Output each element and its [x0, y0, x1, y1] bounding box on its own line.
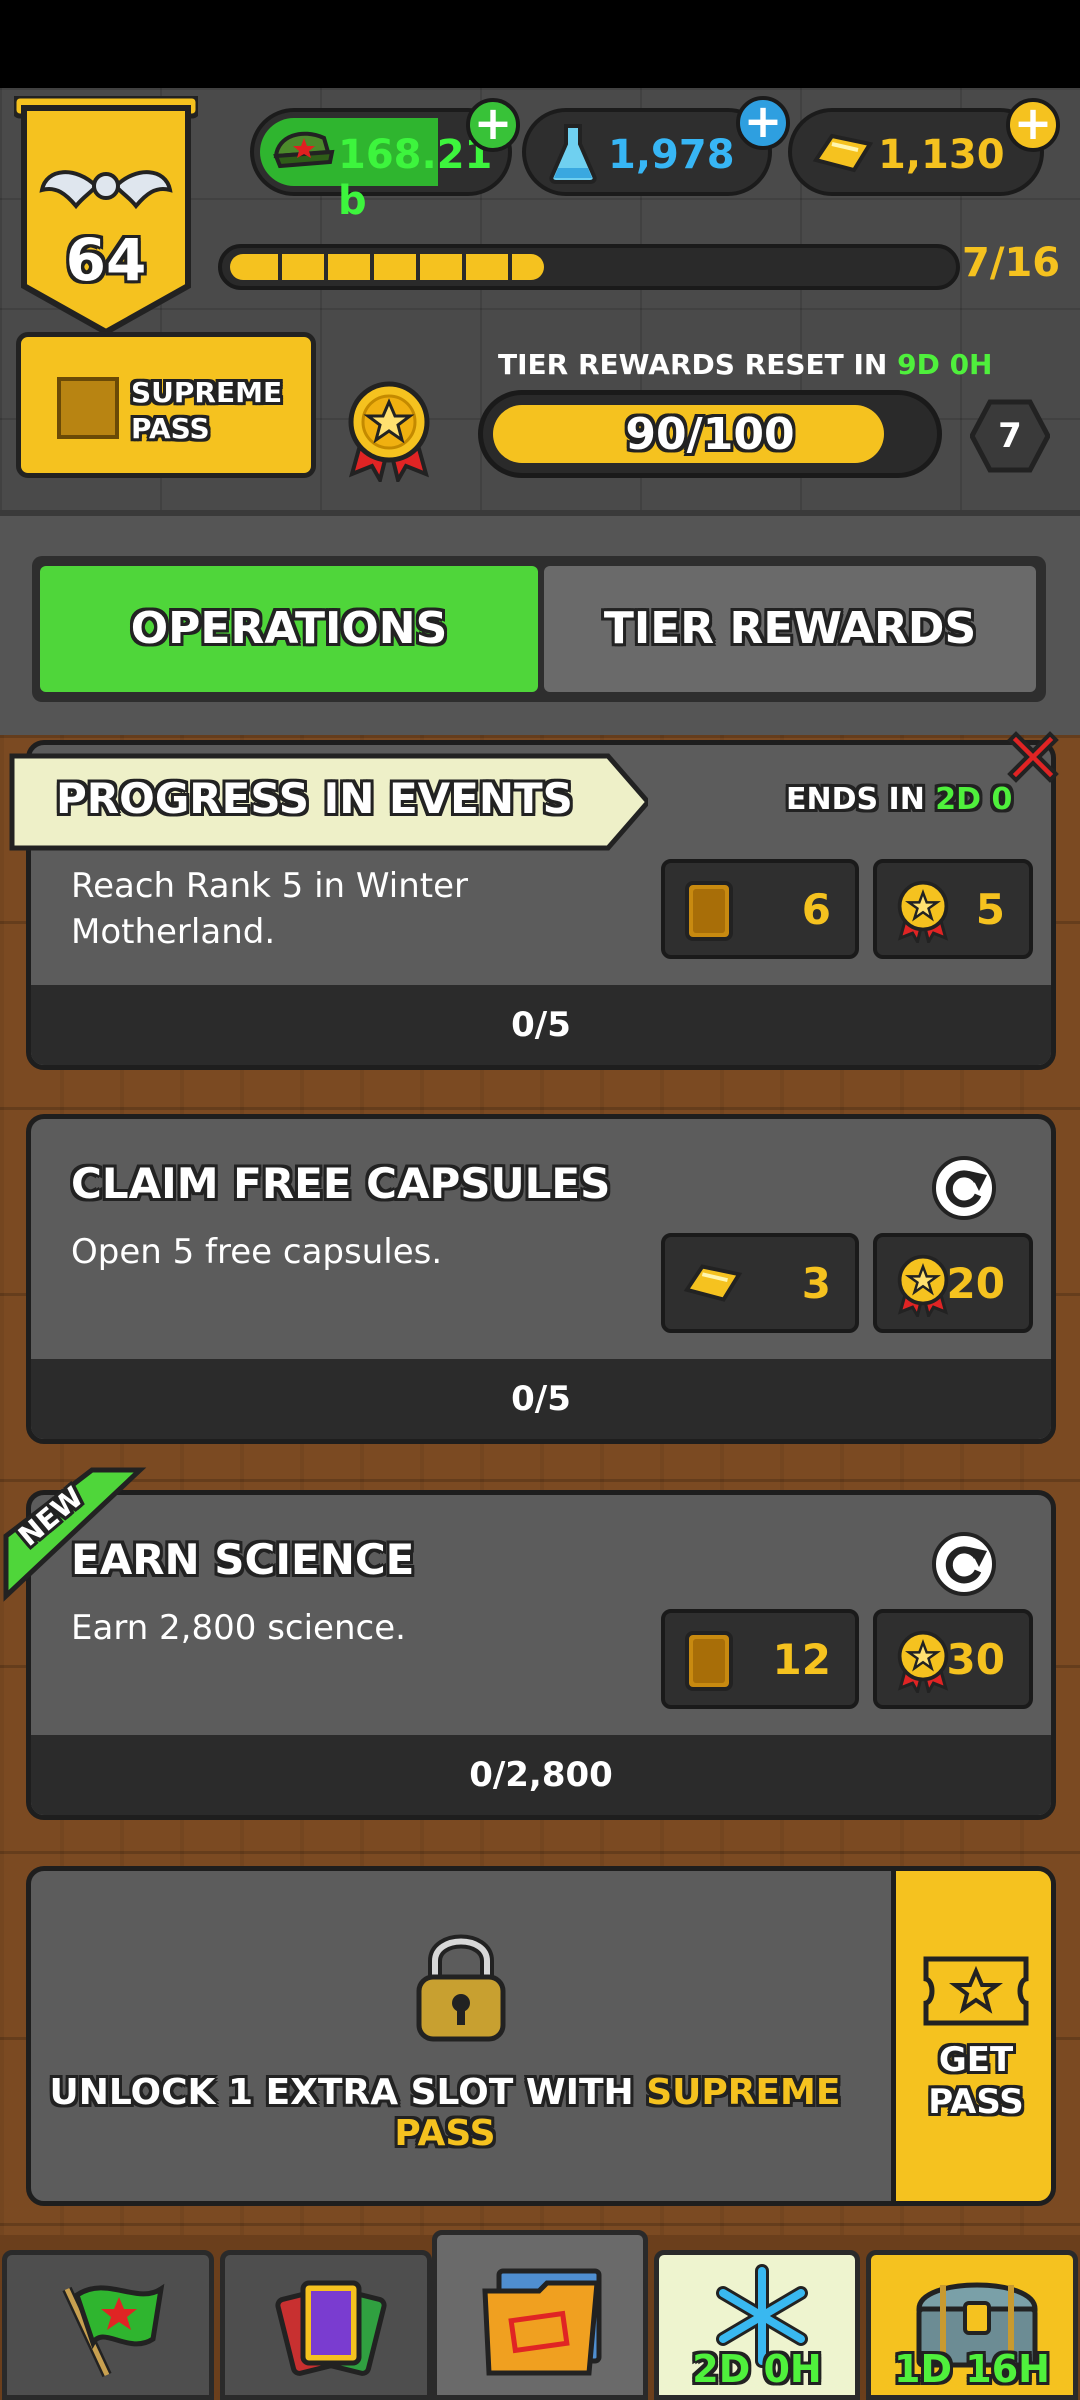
card-reward-icon	[685, 881, 733, 941]
reward-cards-value: 6	[801, 885, 831, 934]
tab-tier-rewards[interactable]: TIER REWARDS	[544, 566, 1036, 692]
tier-reset-label: TIER REWARDS RESET IN 9D 0H	[498, 348, 992, 381]
reward-cards: 12	[661, 1609, 859, 1709]
rank-number: 64	[65, 226, 147, 294]
gold-bar-icon	[683, 1264, 743, 1302]
tab-bar: OPERATIONS TIER REWARDS	[32, 556, 1046, 702]
locked-task-slot: GET PASS	[26, 1866, 1056, 2206]
medal-reward-icon	[897, 1254, 949, 1317]
medal-reward-icon	[897, 880, 949, 943]
get-pass-button[interactable]: GET PASS	[891, 1871, 1051, 2201]
nav-cards[interactable]	[220, 2250, 432, 2400]
tier-progress-bar: 90/100	[478, 390, 942, 478]
tier-progress-text: 90/100	[625, 409, 795, 460]
task-description: Open 5 free capsules.	[71, 1232, 443, 1272]
supreme-pass-button[interactable]: SUPREME PASS	[16, 332, 316, 478]
rank-banner-icon	[14, 96, 198, 336]
chest-timer: 1D 16H	[894, 2347, 1050, 2391]
supreme-pass-checkbox-icon	[57, 377, 119, 439]
tab-operations[interactable]: OPERATIONS	[40, 566, 538, 692]
close-icon[interactable]	[1000, 724, 1066, 790]
task-description: Reach Rank 5 in Winter Motherland.	[71, 863, 468, 955]
padlock-icon	[416, 1934, 506, 2042]
bottom-nav: 2D 0H 1D 16H	[0, 2226, 1080, 2400]
flag-icon	[62, 2283, 165, 2378]
science-counter[interactable]: 1,978	[522, 108, 772, 196]
reward-medals: 30	[873, 1609, 1033, 1709]
reward-medals: 20	[873, 1233, 1033, 1333]
winter-event-timer: 2D 0H	[692, 2347, 822, 2391]
reward-medals: 5	[873, 859, 1033, 959]
gold-bar-icon	[812, 133, 874, 173]
tabs-panel: OPERATIONS TIER REWARDS	[0, 510, 1080, 760]
task-progress: 0/5	[31, 985, 1051, 1065]
tier-reset-time: 9D 0H	[897, 348, 993, 381]
nav-winter-event[interactable]: 2D 0H	[654, 2250, 860, 2400]
add-science-button[interactable]: +	[736, 96, 790, 150]
refresh-icon[interactable]	[931, 1531, 997, 1597]
task-description: Earn 2,800 science.	[71, 1608, 406, 1648]
reward-medals-value: 20	[946, 1259, 1005, 1308]
task-progress: 0/2,800	[31, 1735, 1051, 1815]
add-gold-button[interactable]: +	[1006, 98, 1060, 152]
rank-badge[interactable]: 64	[14, 96, 198, 336]
card-reward-icon	[685, 1631, 733, 1691]
cards-icon	[275, 2280, 387, 2376]
reward-gold: 3	[661, 1233, 859, 1333]
tier-level-number: 7	[998, 416, 1022, 456]
medal-reward-icon	[897, 1630, 949, 1693]
task-title-progress-in-events: PROGRESS IN EVENTS	[56, 774, 573, 823]
unlock-slot-prefix: UNLOCK 1 EXTRA SLOT WITH	[49, 2072, 634, 2113]
xp-progress-bar	[218, 244, 960, 290]
add-money-button[interactable]: +	[466, 98, 520, 152]
xp-progress-text: 7/16	[962, 240, 1061, 286]
unlock-slot-text: UNLOCK 1 EXTRA SLOT WITH SUPREME PASS	[0, 2072, 890, 2154]
folder-icon	[482, 2268, 602, 2376]
task-card-claim-free-capsules: CLAIM FREE CAPSULES Open 5 free capsules…	[26, 1114, 1056, 1444]
task-card-earn-science: EARN SCIENCE Earn 2,800 science. 12 30 0…	[26, 1490, 1056, 1820]
flask-icon	[549, 124, 597, 184]
reward-cards-value: 12	[772, 1635, 831, 1684]
reward-medals-value: 30	[946, 1635, 1005, 1684]
science-value: 1,978	[608, 132, 735, 178]
army-cap-icon	[273, 131, 335, 169]
refresh-icon[interactable]	[931, 1155, 997, 1221]
gold-value: 1,130	[878, 132, 1005, 178]
reward-medals-value: 5	[975, 885, 1005, 934]
get-pass-line2: PASS	[928, 2082, 1024, 2122]
tier-level-badge: 7	[970, 396, 1050, 476]
medal-icon	[348, 381, 430, 482]
ticket-star-icon	[923, 1956, 1029, 2026]
supreme-pass-label: SUPREME PASS	[131, 376, 283, 445]
get-pass-label: GET PASS	[896, 2039, 1051, 2123]
task-progress: 0/5	[31, 1359, 1051, 1439]
get-pass-line1: GET	[938, 2040, 1014, 2080]
task-title: CLAIM FREE CAPSULES	[71, 1159, 611, 1208]
nav-campaign[interactable]	[2, 2250, 214, 2400]
reward-gold-value: 3	[801, 1259, 831, 1308]
nav-chest[interactable]: 1D 16H	[866, 2250, 1078, 2400]
reward-cards: 6	[661, 859, 859, 959]
status-bar	[0, 0, 1080, 88]
event-ends-label: ENDS IN 2D 0	[786, 782, 1012, 817]
task-description-line2: Motherland.	[71, 912, 276, 952]
event-ends-text: ENDS IN	[786, 782, 925, 817]
tier-reset-text: TIER REWARDS RESET IN	[498, 348, 888, 381]
nav-operations[interactable]	[432, 2230, 648, 2400]
task-description-line1: Reach Rank 5 in Winter	[71, 866, 468, 906]
